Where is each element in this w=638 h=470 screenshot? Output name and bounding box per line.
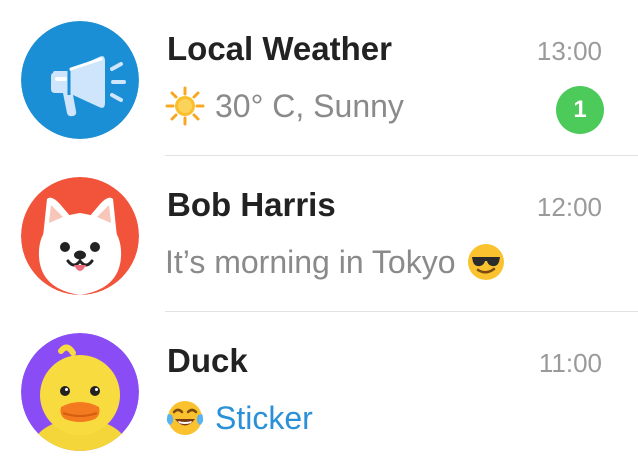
megaphone-icon [21,21,139,139]
chat-item-duck[interactable]: Duck 11:00 Sticker [0,312,638,468]
sunglasses-emoji [466,242,506,282]
chat-time: 12:00 [536,192,602,222]
dog-avatar [21,177,139,295]
chat-title: Bob Harris [167,186,336,223]
chat-title: Duck [167,342,248,379]
tears-of-joy-emoji [165,398,205,438]
chat-item-local-weather[interactable]: Local Weather 13:00 30° C, Sunny 1 [0,0,638,156]
chat-preview: Sticker [165,398,313,438]
chat-preview-text: It’s morning in Tokyo [165,243,456,280]
chat-preview-text: Sticker [215,399,313,436]
chat-preview-text: 30° C, Sunny [215,87,404,124]
chat-title: Local Weather [167,30,392,67]
chat-list: Local Weather 13:00 30° C, Sunny 1 Bob H… [0,0,638,470]
unread-badge: 1 [556,86,604,134]
duck-avatar [21,333,139,451]
avatar[interactable] [21,177,139,295]
chat-time: 11:00 [538,348,602,378]
chat-preview: It’s morning in Tokyo [165,242,506,282]
chat-preview: 30° C, Sunny [165,86,404,126]
sun-emoji [165,86,205,126]
avatar[interactable] [21,21,139,139]
chat-item-bob-harris[interactable]: Bob Harris 12:00 It’s morning in Tokyo [0,156,638,312]
avatar[interactable] [21,333,139,451]
chat-time: 13:00 [536,36,602,66]
